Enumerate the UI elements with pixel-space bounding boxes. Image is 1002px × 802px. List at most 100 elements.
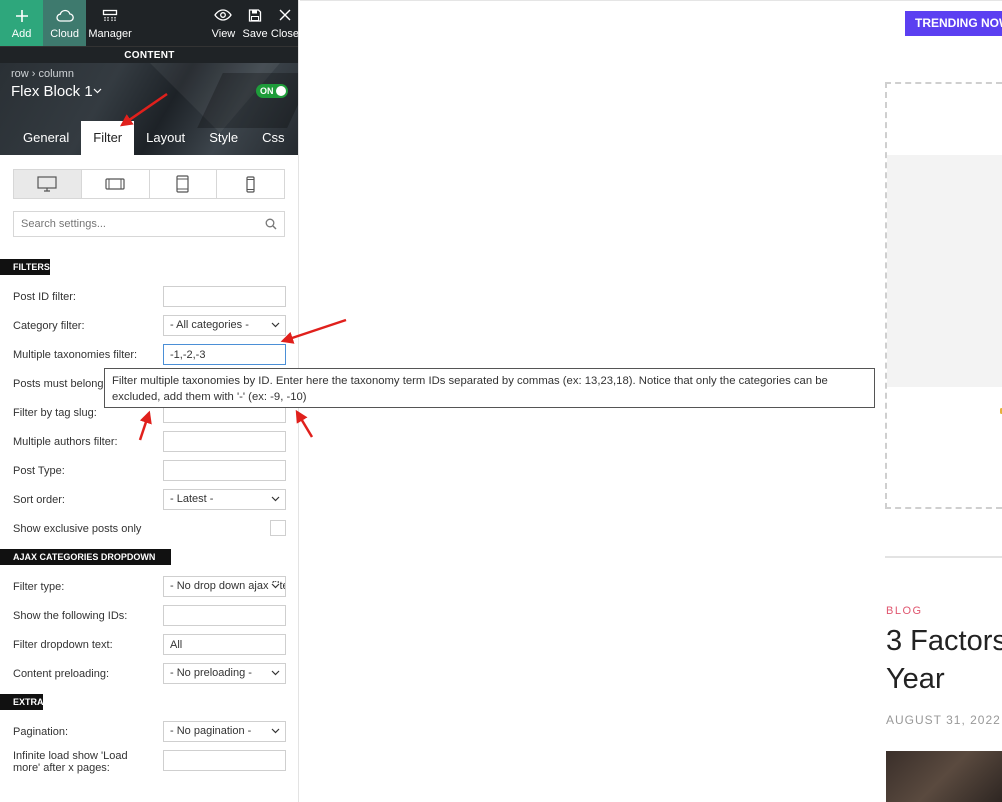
filter-type-label: Filter type:: [13, 581, 65, 593]
close-icon: [279, 9, 291, 21]
search-icon[interactable]: [265, 218, 277, 230]
cloud-icon: [56, 9, 74, 22]
infinite-load-label-line: more' after x pages:: [13, 762, 110, 774]
post-title[interactable]: 3 Factors Year: [886, 622, 1002, 698]
exclusive-label: Show exclusive posts only: [13, 523, 142, 535]
authors-field[interactable]: [163, 431, 286, 452]
post-type-field[interactable]: [163, 460, 286, 481]
block-title[interactable]: Flex Block 1: [11, 83, 93, 100]
page: Add Cloud Manager View Save Close CONTEN…: [0, 0, 1002, 802]
filter-type-select-value: - No drop down ajax filter -: [170, 580, 285, 592]
tablet-portrait-icon: [176, 175, 189, 193]
add-button[interactable]: Add: [0, 0, 44, 46]
infinite-load-label: Infinite load show 'Load more' after x p…: [13, 750, 128, 774]
pagination-select[interactable]: - No pagination -: [163, 721, 286, 742]
settings-tabs: General Filter Layout Style Css: [0, 121, 298, 155]
sort-order-select[interactable]: - Latest -: [163, 489, 286, 510]
sort-order-label: Sort order:: [13, 494, 65, 506]
infinite-load-field[interactable]: [163, 750, 286, 771]
close-label: Close: [270, 28, 299, 40]
block-enabled-toggle[interactable]: ON: [256, 84, 288, 98]
post-id-field[interactable]: [163, 286, 286, 307]
trending-now-badge[interactable]: TRENDING NOW: [905, 11, 1002, 36]
device-switcher: [13, 169, 285, 199]
pagination-select-value: - No pagination -: [170, 725, 252, 737]
view-label: View: [211, 28, 236, 40]
tablet-landscape-icon: [105, 178, 125, 190]
cloud-button[interactable]: Cloud: [43, 0, 87, 46]
exclusive-checkbox[interactable]: [270, 520, 286, 536]
preview-divider: [300, 0, 1002, 1]
tag-slug-label: Filter by tag slug:: [13, 407, 97, 419]
toolbar: Add Cloud Manager View Save Close: [0, 0, 299, 46]
show-ids-field[interactable]: [163, 605, 286, 626]
toggle-label: ON: [260, 86, 274, 96]
toggle-knob: [276, 86, 286, 96]
taxonomies-field[interactable]: [163, 344, 286, 365]
chevron-down-icon: [271, 322, 280, 328]
device-phone-button[interactable]: [217, 170, 284, 198]
extra-heading: EXTRA: [0, 694, 44, 710]
chevron-down-icon[interactable]: [93, 88, 102, 94]
desktop-icon: [37, 176, 57, 192]
preloading-select-value: - No preloading -: [170, 667, 252, 679]
tab-css[interactable]: Css: [250, 121, 296, 155]
taxonomies-tooltip: Filter multiple taxonomies by ID. Enter …: [104, 368, 875, 408]
tab-filter[interactable]: Filter: [81, 121, 135, 155]
settings-search: [13, 211, 285, 237]
chevron-down-icon: [271, 670, 280, 676]
post-title-line: 3 Factors: [886, 625, 1002, 657]
breadcrumb[interactable]: row › column: [11, 68, 74, 80]
save-button[interactable]: Save: [239, 0, 271, 46]
plus-icon: [15, 10, 28, 22]
view-button[interactable]: View: [208, 0, 240, 46]
manager-label: Manager: [88, 28, 132, 40]
chevron-down-icon: [271, 728, 280, 734]
show-ids-label: Show the following IDs:: [13, 610, 128, 622]
post-thumbnail[interactable]: [886, 751, 1002, 802]
post-type-label: Post Type:: [13, 465, 65, 477]
preloading-select[interactable]: - No preloading -: [163, 663, 286, 684]
category-select-value: - All categories -: [170, 319, 249, 331]
search-input[interactable]: [14, 212, 254, 236]
post-category[interactable]: BLOG: [886, 605, 923, 617]
category-label: Category filter:: [13, 320, 85, 332]
pagination-label: Pagination:: [13, 726, 69, 738]
save-label: Save: [242, 28, 268, 40]
filter-type-select[interactable]: - No drop down ajax filter -: [163, 576, 286, 597]
sort-order-select-value: - Latest -: [170, 493, 214, 505]
post-id-label: Post ID filter:: [13, 291, 76, 303]
floppy-disk-icon: [248, 9, 262, 22]
eye-icon: [214, 9, 233, 21]
close-button[interactable]: Close: [270, 0, 299, 46]
phone-icon: [246, 175, 255, 193]
posts-belong-label: Posts must belong: [13, 378, 104, 390]
filters-heading: FILTERS: [0, 259, 50, 275]
tab-general[interactable]: General: [11, 121, 81, 155]
dropdown-text-field[interactable]: [163, 634, 286, 655]
chevron-down-icon: [271, 496, 280, 502]
manager-icon: [102, 9, 118, 21]
category-select[interactable]: - All categories -: [163, 315, 286, 336]
image-placeholder: [887, 155, 1002, 387]
manager-button[interactable]: Manager: [88, 0, 132, 46]
chevron-down-icon: [271, 583, 280, 589]
device-tablet-landscape-button[interactable]: [82, 170, 150, 198]
device-desktop-button[interactable]: [14, 170, 82, 198]
dropdown-text-label: Filter dropdown text:: [13, 639, 113, 651]
authors-label: Multiple authors filter:: [13, 436, 118, 448]
cloud-label: Cloud: [50, 28, 79, 40]
add-label: Add: [11, 28, 32, 40]
tab-style[interactable]: Style: [197, 121, 250, 155]
taxonomies-label: Multiple taxonomies filter:: [13, 349, 138, 361]
content-section-label: CONTENT: [0, 46, 298, 63]
preloading-label: Content preloading:: [13, 668, 110, 680]
infinite-load-label-line: Infinite load show 'Load: [13, 750, 128, 762]
preview-divider: [885, 556, 1002, 558]
post-date: AUGUST 31, 2022: [886, 713, 1001, 727]
tab-layout[interactable]: Layout: [134, 121, 197, 155]
post-title-line: Year: [886, 663, 945, 695]
ajax-heading: AJAX CATEGORIES DROPDOWN: [0, 549, 171, 565]
device-tablet-portrait-button[interactable]: [150, 170, 218, 198]
